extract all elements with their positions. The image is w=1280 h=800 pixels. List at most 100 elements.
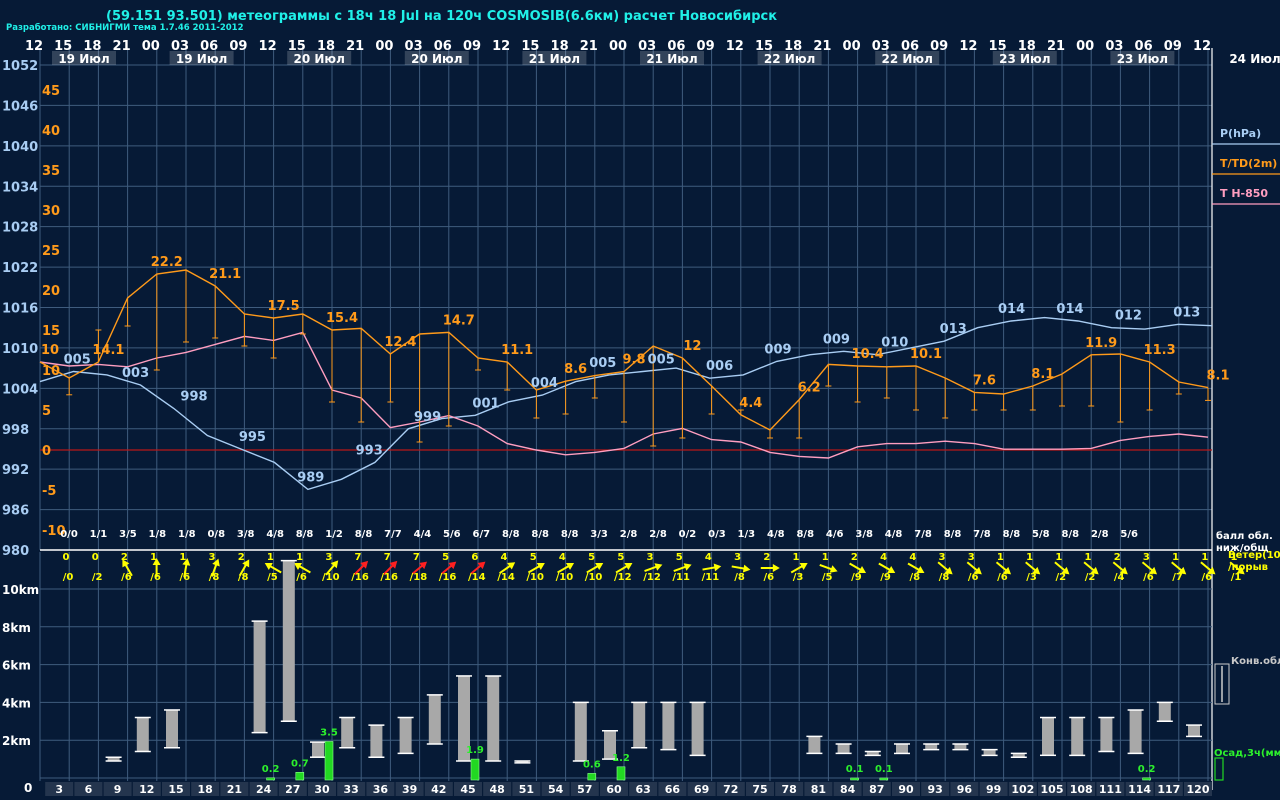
forecast-hour-label: 96: [957, 783, 973, 796]
forecast-hour-label: 63: [636, 783, 651, 796]
wind-gust-label: /4: [1114, 572, 1125, 583]
precip-value-label: 0.2: [262, 764, 280, 775]
wind-gust-label: /8: [734, 572, 745, 583]
forecast-hour-label: 117: [1157, 783, 1180, 796]
conv-cloud-bar: [1071, 717, 1084, 756]
hour-label: 12: [492, 39, 510, 54]
forecast-hour-label: 42: [431, 783, 446, 796]
pressure-value-label: 012: [1115, 309, 1142, 324]
pressure-tick: 980: [2, 544, 29, 559]
forecast-hour-label: 60: [606, 783, 622, 796]
date-label: 23 Июл: [999, 52, 1050, 66]
forecast-hour-label: 93: [928, 783, 943, 796]
wind-gust-label: /18: [410, 572, 428, 583]
precip-value-label: 0.6: [583, 759, 601, 770]
hour-label: 12: [25, 39, 43, 54]
cloud-amount-label: 8/8: [944, 529, 962, 540]
forecast-hour-label: 48: [490, 783, 505, 796]
date-label: 22 Июл: [882, 52, 933, 66]
wind-speed-label: 4: [909, 552, 916, 563]
forecast-hour-label: 57: [577, 783, 592, 796]
height-tick: 0: [24, 781, 32, 795]
forecast-hour-label: 66: [665, 783, 681, 796]
wind-gust-label: /16: [439, 572, 457, 583]
wind-speed-label: 3: [734, 552, 741, 563]
wind-arrow-head: [624, 563, 633, 570]
date-label: 22 Июл: [764, 52, 815, 66]
conv-cloud-bar: [925, 743, 938, 750]
height-tick: 4km: [2, 696, 31, 710]
conv-cloud-bar: [370, 725, 383, 758]
conv-cloud-bar: [487, 675, 500, 761]
temp-tick: 15: [42, 324, 60, 339]
wind-arrow-head: [772, 564, 780, 572]
wind-speed-label: 7: [413, 552, 420, 563]
hour-label: 12: [726, 39, 744, 54]
conv-cloud-bar: [1129, 709, 1142, 754]
forecast-hour-label: 72: [723, 783, 738, 796]
wind-gust-label: /6: [1201, 572, 1212, 583]
cloud-amount-label: 2/8: [1091, 529, 1109, 540]
cloud-amount-label: 3/8: [237, 529, 255, 540]
cloud-amount-label: 8/8: [1062, 529, 1080, 540]
precip-bar: [324, 741, 334, 781]
forecast-hour-label: 69: [694, 783, 709, 796]
forecast-hour-label: 12: [139, 783, 154, 796]
date-label: 19 Июл: [58, 52, 109, 66]
precip-value-label: 0.1: [846, 764, 864, 775]
cloud-amount-label: 0/8: [207, 529, 225, 540]
hour-label: 00: [843, 39, 861, 54]
wind-gust-label: /10: [526, 572, 544, 583]
wind-speed-label: 1: [1055, 552, 1062, 563]
cloud-amount-label: 4/8: [885, 529, 903, 540]
hour-label: 21: [113, 39, 131, 54]
pressure-tick: 998: [2, 423, 29, 438]
wind-arrow-head: [799, 563, 808, 570]
forecast-hour-label: 51: [519, 783, 534, 796]
hour-label: 21: [580, 39, 598, 54]
date-label: 23 Июл: [1117, 52, 1168, 66]
precip-value-label: 0.1: [875, 764, 893, 775]
wind-gust-label: /3: [793, 572, 804, 583]
cloud-amount-label: 6/7: [473, 529, 491, 540]
chart-title: (59.151 93.501) метеограммы с 18ч 18 Jul…: [106, 9, 777, 24]
date-label: 19 Июл: [176, 52, 227, 66]
wind-gust-label: /1: [1231, 572, 1242, 583]
wind-speed-label: 3: [939, 552, 946, 563]
wind-gust-label: /11: [672, 572, 690, 583]
cloud-amount-label: 8/8: [796, 529, 814, 540]
wind-gust-label: /5: [267, 572, 278, 583]
temp-tick: 35: [42, 164, 60, 179]
cloud-amount-label: 1/2: [325, 529, 343, 540]
pressure-tick: 1052: [2, 59, 38, 74]
precip-value-label: 3.5: [320, 728, 338, 739]
conv-cloud-bar: [1158, 702, 1171, 722]
precip-bar: [470, 758, 480, 781]
legend-label: T/TD(2m): [1220, 157, 1277, 170]
temp-value-label: 14.1: [92, 343, 124, 358]
wind-speed-label: 5: [676, 552, 683, 563]
wind-speed-label: 1: [1085, 552, 1092, 563]
temp-value-label: 4.4: [739, 396, 762, 411]
temp-tick: 10: [42, 364, 60, 379]
conv-legend-label: Конв.обл.: [1231, 655, 1280, 667]
forecast-hour-label: 75: [752, 783, 767, 796]
conv-cloud-bar: [574, 702, 587, 761]
temp-value-label: 8.1: [1206, 369, 1229, 384]
temp-value-label: 6.2: [798, 381, 821, 396]
temp-tick: 20: [42, 284, 60, 299]
date-label: 21 Июл: [646, 52, 697, 66]
forecast-hour-label: 15: [168, 783, 183, 796]
precip-value-label: 1.2: [612, 753, 630, 764]
wind-gust-label: /8: [209, 572, 220, 583]
wind-gust-label: /2: [1055, 572, 1066, 583]
cloud-amount-label: 7/7: [384, 529, 402, 540]
conv-cloud-bar: [1188, 725, 1200, 737]
wind-gust-label: /6: [296, 572, 307, 583]
wind-gust-label: /5: [822, 572, 833, 583]
forecast-hour-label: 120: [1187, 783, 1210, 796]
wind-speed-label: 2: [763, 552, 770, 563]
forecast-hour-label: 81: [811, 783, 826, 796]
conv-cloud-bar: [633, 702, 646, 748]
hour-label: 09: [229, 39, 247, 54]
